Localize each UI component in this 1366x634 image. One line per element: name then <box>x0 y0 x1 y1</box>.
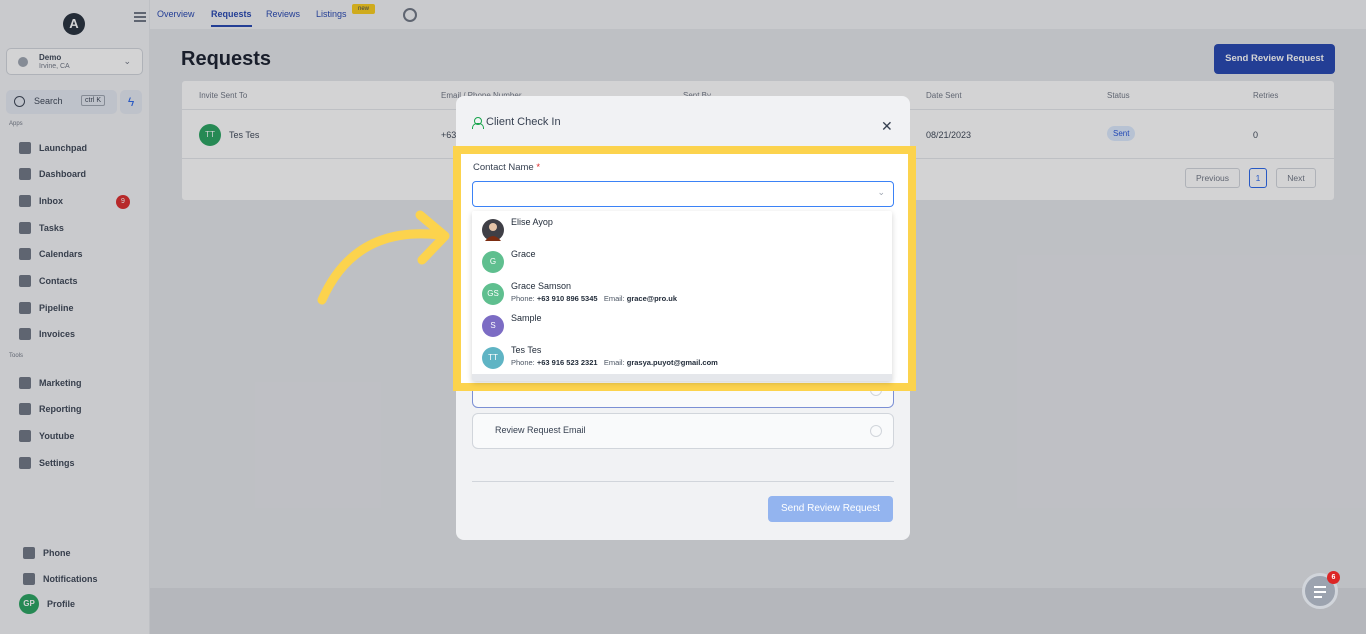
contact-name-select[interactable]: ⌄ <box>472 181 894 207</box>
phone-label: Phone: <box>511 294 535 303</box>
contact-option[interactable]: S Sample <box>482 313 882 343</box>
contact-option[interactable]: Elise Ayop <box>482 217 882 247</box>
divider <box>472 481 894 482</box>
email-label: Email: <box>603 358 625 367</box>
chevron-down-icon: ⌄ <box>877 187 885 197</box>
close-icon[interactable]: ✕ <box>881 118 893 135</box>
modal-send-review-request-button[interactable]: Send Review Request <box>768 496 893 522</box>
avatar: GS <box>482 283 504 305</box>
email-value: grasya.puyot@gmail.com <box>626 358 718 367</box>
contact-name: Elise Ayop <box>511 217 553 227</box>
email-label: Email: <box>603 294 625 303</box>
highlight-box: Contact Name * ⌄ Elise Ayop G Grace GS G… <box>453 146 916 391</box>
review-request-email-option[interactable]: Review Request Email <box>472 413 894 449</box>
contact-option[interactable]: TT Tes Tes Phone: +63 916 523 2321 Email… <box>482 345 882 375</box>
modal-header: Client Check In <box>472 116 561 129</box>
contact-details: Phone: +63 910 896 5345 Email: grace@pro… <box>511 294 677 303</box>
pointer-arrow-icon <box>317 210 450 305</box>
required-mark: * <box>536 162 541 173</box>
avatar: S <box>482 315 504 337</box>
contact-name: Sample <box>511 313 542 323</box>
modal-title: Client Check In <box>486 116 561 128</box>
person-icon <box>472 116 484 129</box>
chat-count-badge: 6 <box>1327 571 1340 584</box>
contact-option[interactable]: GS Grace Samson Phone: +63 910 896 5345 … <box>482 281 882 311</box>
avatar <box>482 219 504 241</box>
contact-option[interactable]: G Grace <box>482 249 882 279</box>
dropdown-scroll-edge <box>472 374 892 381</box>
phone-value: +63 910 896 5345 <box>536 294 598 303</box>
phone-label: Phone: <box>511 358 535 367</box>
contact-name: Grace <box>511 249 536 259</box>
phone-value: +63 916 523 2321 <box>536 358 598 367</box>
contact-name: Grace Samson <box>511 281 572 291</box>
option-label: Review Request Email <box>495 425 586 435</box>
contact-name-label: Contact Name * <box>473 162 540 173</box>
chat-icon <box>1314 586 1326 601</box>
avatar: TT <box>482 347 504 369</box>
contact-details: Phone: +63 916 523 2321 Email: grasya.pu… <box>511 358 718 367</box>
contact-dropdown: Elise Ayop G Grace GS Grace Samson Phone… <box>472 211 892 381</box>
contact-name: Tes Tes <box>511 345 542 355</box>
contact-name-label-text: Contact Name <box>473 162 534 173</box>
radio-icon <box>870 425 882 437</box>
avatar: G <box>482 251 504 273</box>
email-value: grace@pro.uk <box>626 294 678 303</box>
